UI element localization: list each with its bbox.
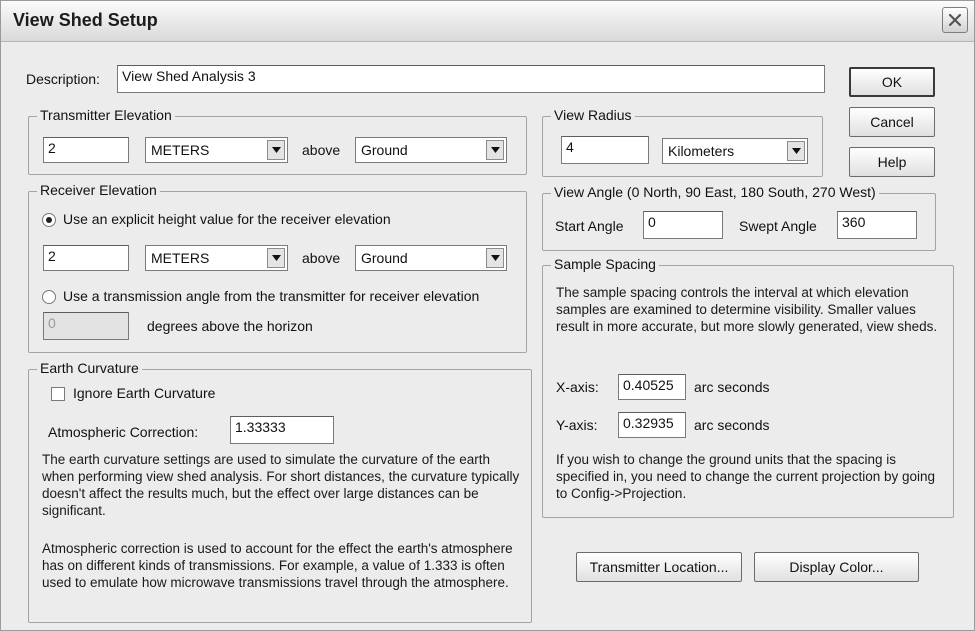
chevron-down-icon: [787, 141, 805, 161]
radio-transmission-angle[interactable]: [42, 290, 56, 304]
view-shed-setup-dialog: View Shed Setup Description: View Shed A…: [0, 0, 975, 631]
radio-selected-dot: [46, 217, 52, 223]
ignore-curvature-checkbox[interactable]: [51, 387, 65, 401]
dialog-title: View Shed Setup: [13, 10, 158, 30]
earth-curvature-description: The earth curvature settings are used to…: [42, 452, 520, 518]
receiver-units-select[interactable]: METERS: [145, 245, 288, 271]
transmitter-units-select[interactable]: METERS: [145, 137, 288, 163]
radio-explicit-height[interactable]: [42, 213, 56, 227]
help-button[interactable]: Help: [849, 147, 935, 177]
receiver-elevation-legend: Receiver Elevation: [37, 182, 160, 198]
receiver-units-value: METERS: [151, 250, 210, 266]
angle-input[interactable]: 0: [43, 312, 129, 340]
angle-label: degrees above the horizon: [147, 318, 313, 334]
transmitter-units-value: METERS: [151, 142, 210, 158]
close-icon: [948, 13, 962, 27]
transmitter-reference-select[interactable]: Ground: [355, 137, 507, 163]
view-radius-units-value: Kilometers: [668, 143, 735, 159]
sample-spacing-legend: Sample Spacing: [551, 256, 659, 272]
earth-curvature-legend: Earth Curvature: [37, 360, 142, 376]
x-axis-label: X-axis:: [556, 379, 599, 395]
y-axis-label: Y-axis:: [556, 417, 598, 433]
start-angle-input[interactable]: 0: [643, 211, 723, 239]
start-angle-label: Start Angle: [555, 218, 624, 234]
description-label: Description:: [26, 71, 100, 87]
ignore-curvature-label: Ignore Earth Curvature: [73, 385, 216, 401]
close-button[interactable]: [942, 7, 968, 33]
swept-angle-input[interactable]: 360: [837, 211, 917, 239]
atmospheric-correction-label: Atmospheric Correction:: [48, 424, 199, 440]
view-radius-input[interactable]: 4: [561, 136, 649, 164]
receiver-above-label: above: [302, 250, 341, 266]
y-axis-units: arc seconds: [694, 417, 770, 433]
transmitter-above-label: above: [302, 142, 341, 158]
transmitter-location-button[interactable]: Transmitter Location...: [576, 552, 742, 582]
receiver-elevation-input[interactable]: 2: [43, 245, 129, 271]
chevron-down-icon: [267, 140, 285, 160]
atmospheric-correction-description: Atmospheric correction is used to accoun…: [42, 541, 513, 590]
ok-button[interactable]: OK: [849, 67, 935, 97]
cancel-button[interactable]: Cancel: [849, 107, 935, 137]
transmitter-elevation-legend: Transmitter Elevation: [37, 107, 175, 123]
atmospheric-correction-input[interactable]: 1.33333: [230, 416, 334, 444]
view-radius-legend: View Radius: [551, 107, 635, 123]
chevron-down-icon: [267, 248, 285, 268]
transmitter-elevation-input[interactable]: 2: [43, 137, 129, 163]
description-input[interactable]: View Shed Analysis 3: [117, 65, 825, 93]
radio-angle-label: Use a transmission angle from the transm…: [63, 288, 480, 304]
projection-note: If you wish to change the ground units t…: [556, 452, 936, 501]
receiver-reference-select[interactable]: Ground: [355, 245, 507, 271]
title-bar: View Shed Setup: [1, 1, 974, 42]
swept-angle-label: Swept Angle: [739, 218, 817, 234]
chevron-down-icon: [486, 140, 504, 160]
x-axis-spacing-input[interactable]: 0.40525: [618, 374, 686, 400]
y-axis-spacing-input[interactable]: 0.32935: [618, 412, 686, 438]
transmitter-reference-value: Ground: [361, 142, 408, 158]
chevron-down-icon: [486, 248, 504, 268]
view-radius-units-select[interactable]: Kilometers: [662, 138, 808, 164]
display-color-button[interactable]: Display Color...: [754, 552, 919, 582]
x-axis-units: arc seconds: [694, 379, 770, 395]
sample-spacing-description: The sample spacing controls the interval…: [556, 285, 938, 334]
radio-explicit-label: Use an explicit height value for the rec…: [63, 211, 391, 227]
view-angle-legend: View Angle (0 North, 90 East, 180 South,…: [551, 184, 879, 200]
receiver-reference-value: Ground: [361, 250, 408, 266]
